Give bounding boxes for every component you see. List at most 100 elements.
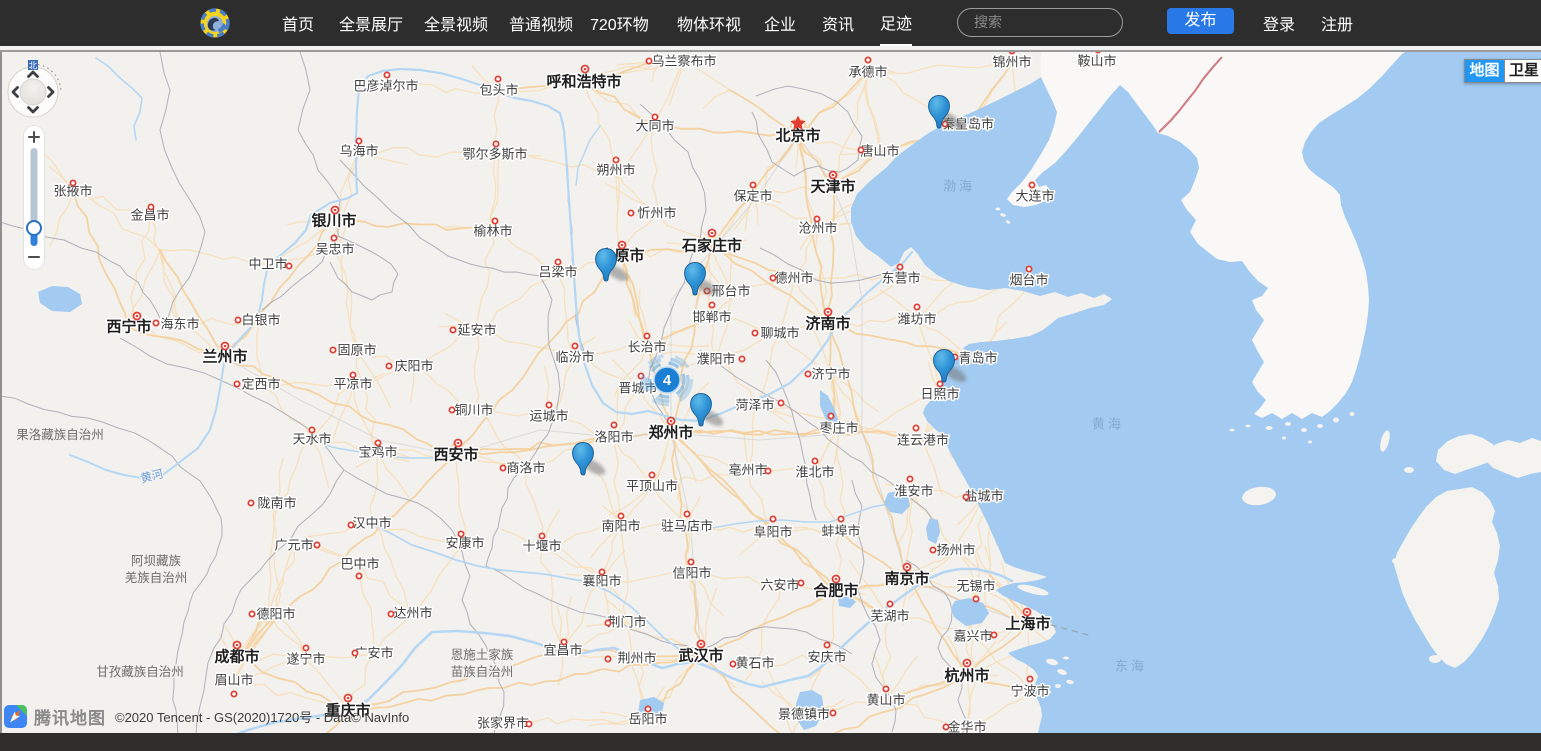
svg-text:扬州市: 扬州市 [936, 543, 975, 558]
svg-text:宝鸡市: 宝鸡市 [358, 445, 397, 460]
svg-text:武汉市: 武汉市 [678, 647, 723, 665]
svg-text:淮安市: 淮安市 [894, 484, 933, 499]
svg-text:平凉市: 平凉市 [333, 377, 372, 392]
svg-text:榆林市: 榆林市 [473, 224, 512, 239]
svg-text:固原市: 固原市 [337, 343, 376, 358]
svg-text:景德镇市: 景德镇市 [778, 707, 830, 722]
svg-text:南阳市: 南阳市 [601, 519, 640, 534]
svg-text:安康市: 安康市 [445, 536, 484, 551]
svg-text:大连市: 大连市 [1015, 189, 1054, 204]
svg-text:郑州市: 郑州市 [648, 424, 693, 442]
svg-text:邢台市: 邢台市 [711, 284, 750, 299]
svg-text:阿坝藏族: 阿坝藏族 [131, 554, 182, 568]
svg-text:承德市: 承德市 [848, 65, 887, 80]
svg-text:合肥市: 合肥市 [812, 582, 858, 600]
svg-text:乌海市: 乌海市 [339, 144, 378, 159]
svg-text:烟台市: 烟台市 [1009, 273, 1048, 288]
svg-text:运城市: 运城市 [529, 409, 568, 424]
svg-text:天津市: 天津市 [810, 178, 855, 196]
svg-text:苗族自治州: 苗族自治州 [451, 665, 514, 679]
svg-text:庆阳市: 庆阳市 [394, 359, 433, 374]
svg-text:保定市: 保定市 [733, 189, 772, 204]
svg-text:荆州市: 荆州市 [617, 651, 656, 666]
svg-text:南京市: 南京市 [884, 570, 929, 588]
svg-text:巴中市: 巴中市 [340, 557, 379, 572]
svg-text:鄂尔多斯市: 鄂尔多斯市 [462, 147, 527, 162]
svg-text:眉山市: 眉山市 [214, 673, 253, 688]
svg-text:上海市: 上海市 [1005, 615, 1050, 633]
svg-text:乌兰察布市: 乌兰察布市 [651, 54, 716, 69]
svg-text:嘉兴市: 嘉兴市 [953, 629, 992, 644]
svg-text:广安市: 广安市 [354, 646, 393, 661]
svg-text:沧州市: 沧州市 [798, 221, 837, 236]
svg-text:濮阳市: 濮阳市 [696, 352, 735, 367]
svg-text:商洛市: 商洛市 [506, 461, 545, 476]
svg-text:蚌埠市: 蚌埠市 [821, 524, 860, 539]
svg-text:成都市: 成都市 [214, 648, 259, 666]
svg-text:襄阳市: 襄阳市 [582, 574, 621, 589]
svg-text:邯郸市: 邯郸市 [692, 310, 731, 325]
svg-text:洛阳市: 洛阳市 [594, 430, 633, 445]
svg-text:菏泽市: 菏泽市 [735, 398, 774, 413]
svg-text:巴彦淖尔市: 巴彦淖尔市 [353, 79, 418, 94]
svg-text:亳州市: 亳州市 [728, 463, 767, 478]
svg-text:恩施土家族: 恩施土家族 [451, 647, 514, 662]
svg-text:汉中市: 汉中市 [352, 516, 391, 531]
svg-text:铜川市: 铜川市 [454, 403, 493, 418]
svg-text:果洛藏族自治州: 果洛藏族自治州 [16, 427, 104, 442]
svg-text:包头市: 包头市 [479, 83, 518, 98]
svg-text:中卫市: 中卫市 [248, 257, 287, 272]
svg-text:青岛市: 青岛市 [958, 351, 997, 366]
svg-text:遂宁市: 遂宁市 [286, 652, 325, 667]
svg-text:枣庄市: 枣庄市 [819, 421, 858, 436]
svg-text:潍坊市: 潍坊市 [897, 312, 936, 327]
svg-text:大同市: 大同市 [635, 119, 674, 134]
svg-text:朔州市: 朔州市 [596, 163, 635, 178]
svg-text:天水市: 天水市 [292, 432, 331, 447]
svg-text:吕梁市: 吕梁市 [538, 265, 577, 280]
svg-text:阜阳市: 阜阳市 [753, 525, 792, 540]
svg-text:盐城市: 盐城市 [964, 489, 1003, 504]
svg-text:黄海: 黄海 [1092, 417, 1124, 432]
svg-text:聊城市: 聊城市 [760, 326, 799, 341]
svg-text:鞍山市: 鞍山市 [1077, 54, 1116, 69]
svg-text:定西市: 定西市 [241, 377, 280, 392]
svg-text:4: 4 [663, 372, 672, 389]
svg-text:忻州市: 忻州市 [637, 206, 676, 221]
svg-text:西安市: 西安市 [433, 446, 478, 464]
svg-text:羌族自治州: 羌族自治州 [125, 571, 188, 585]
svg-text:济宁市: 济宁市 [811, 367, 850, 382]
svg-text:渤海: 渤海 [943, 179, 975, 194]
svg-text:唐山市: 唐山市 [860, 144, 899, 159]
svg-text:六安市: 六安市 [760, 578, 799, 593]
svg-text:吴忠市: 吴忠市 [315, 242, 354, 257]
svg-text:十堰市: 十堰市 [522, 539, 561, 554]
svg-text:陇南市: 陇南市 [257, 496, 296, 511]
svg-text:济南市: 济南市 [805, 315, 850, 333]
svg-text:宁波市: 宁波市 [1010, 684, 1049, 699]
svg-text:黄石市: 黄石市 [735, 656, 774, 671]
svg-text:石家庄市: 石家庄市 [681, 237, 742, 255]
svg-text:平顶山市: 平顶山市 [626, 479, 678, 494]
svg-text:杭州市: 杭州市 [944, 667, 989, 685]
svg-text:金华市: 金华市 [947, 720, 986, 734]
svg-text:东海: 东海 [1115, 659, 1147, 674]
svg-text:岳阳市: 岳阳市 [628, 712, 667, 727]
svg-text:达州市: 达州市 [393, 606, 432, 621]
svg-text:日照市: 日照市 [920, 387, 959, 402]
svg-text:黄山市: 黄山市 [866, 693, 905, 708]
svg-text:张家界市: 张家界市 [477, 716, 529, 731]
svg-text:北京市: 北京市 [775, 127, 820, 145]
svg-text:德阳市: 德阳市 [256, 607, 295, 622]
svg-text:信阳市: 信阳市 [672, 566, 711, 581]
svg-text:东营市: 东营市 [881, 271, 920, 286]
svg-text:海东市: 海东市 [160, 317, 199, 332]
svg-text:广元市: 广元市 [274, 538, 313, 553]
svg-text:安庆市: 安庆市 [807, 650, 846, 665]
svg-text:驻马店市: 驻马店市 [661, 519, 713, 534]
svg-text:延安市: 延安市 [457, 323, 496, 338]
svg-text:无锡市: 无锡市 [956, 579, 995, 594]
svg-text:白银市: 白银市 [241, 313, 280, 328]
svg-text:长治市: 长治市 [627, 340, 666, 355]
svg-text:北: 北 [29, 60, 38, 70]
